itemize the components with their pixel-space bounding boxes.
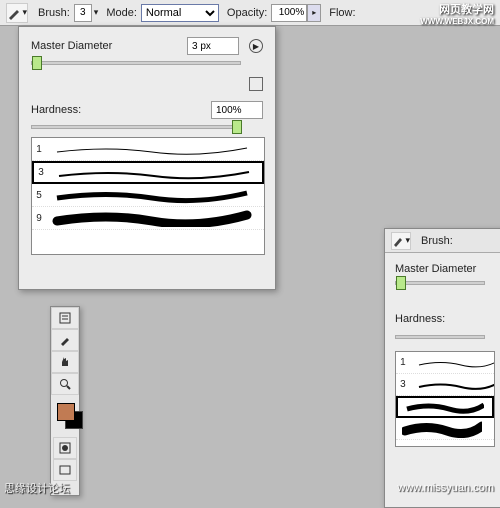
hardness-label: Hardness:	[395, 313, 500, 325]
hardness-label: Hardness:	[31, 104, 211, 116]
toolbox	[50, 306, 80, 496]
watermark-bottom-right: www.missyuan.com	[397, 482, 494, 494]
play-icon[interactable]: ▶	[249, 39, 263, 53]
master-diameter-label: Master Diameter	[31, 40, 187, 52]
brush-stroke-icon	[402, 420, 482, 438]
brush-preset-row[interactable]	[396, 418, 494, 440]
master-diameter-slider[interactable]	[395, 281, 485, 285]
brush-stroke-icon	[404, 398, 484, 416]
watermark-top-right: 网页教学网 WWW.WEBJX.COM	[420, 4, 494, 28]
brush-preset-row[interactable]	[396, 396, 494, 418]
brush-tool-icon[interactable]: ▾	[6, 3, 28, 23]
brush-label: Brush:	[38, 7, 70, 19]
brush-preset-row[interactable]: 3	[32, 161, 264, 184]
brush-size-label: 5	[32, 190, 46, 201]
opacity-input[interactable]	[271, 4, 307, 22]
brush-stroke-icon	[52, 186, 252, 204]
tool-zoom-icon[interactable]	[51, 373, 79, 395]
hardness-slider[interactable]	[31, 125, 241, 129]
brush-size-dropdown-icon[interactable]: ▾	[94, 7, 99, 18]
brush-preset-row[interactable]: 9	[32, 207, 264, 230]
chevron-down-icon: ▾	[22, 7, 27, 18]
mode-label: Mode:	[106, 7, 137, 19]
tool-notes-icon[interactable]	[51, 307, 79, 329]
brush-stroke-icon	[52, 209, 252, 227]
brush-stroke-icon	[54, 164, 254, 182]
brush-stroke-icon	[416, 354, 494, 372]
hardness-input[interactable]	[211, 101, 263, 119]
brush-size-label: 3	[396, 379, 410, 390]
brush-preset-list: 1 3 5 9	[31, 137, 265, 255]
master-diameter-label: Master Diameter	[395, 263, 500, 275]
tool-eyedropper-icon[interactable]	[51, 329, 79, 351]
options-bar-secondary: ▾ Brush:	[385, 229, 500, 253]
brush-tool-icon[interactable]: ▾	[391, 232, 411, 250]
opacity-flyout-icon[interactable]: ▸	[307, 4, 321, 22]
brush-preset-row[interactable]: 3	[396, 374, 494, 396]
brush-preset-row[interactable]: 1	[32, 138, 264, 161]
brush-stroke-icon	[416, 376, 494, 394]
brush-label: Brush:	[421, 235, 453, 247]
quickmask-icon[interactable]	[53, 437, 77, 459]
slider-thumb[interactable]	[232, 120, 242, 134]
watermark-bottom-left: 思缘设计论坛	[4, 480, 70, 496]
brush-preset-panel-secondary: ▾ Brush: Master Diameter Hardness: 1 3	[384, 228, 500, 508]
brush-size-label: 3	[34, 167, 48, 178]
master-diameter-slider[interactable]	[31, 61, 241, 65]
brush-stroke-icon	[52, 140, 252, 158]
brush-preset-list: 1 3	[395, 351, 495, 447]
brush-size-label: 1	[32, 144, 46, 155]
opacity-label: Opacity:	[227, 7, 267, 19]
mode-select[interactable]: Normal	[141, 4, 219, 22]
brush-preset-row[interactable]: 5	[32, 184, 264, 207]
brush-size-label: 9	[32, 213, 46, 224]
brush-size-label: 1	[396, 357, 410, 368]
brush-size-input[interactable]	[74, 4, 92, 22]
foreground-color-swatch[interactable]	[57, 403, 75, 421]
hardness-slider[interactable]	[395, 335, 485, 339]
brush-preset-panel: Master Diameter ▶ Hardness: 1 3 5 9	[18, 26, 276, 290]
brush-preset-row[interactable]: 1	[396, 352, 494, 374]
chevron-down-icon: ▾	[405, 235, 410, 246]
screenmode-icon[interactable]	[53, 459, 77, 481]
master-diameter-input[interactable]	[187, 37, 239, 55]
slider-thumb[interactable]	[396, 276, 406, 290]
flow-label: Flow:	[329, 7, 355, 19]
new-preset-icon[interactable]	[249, 77, 263, 91]
tool-hand-icon[interactable]	[51, 351, 79, 373]
slider-thumb[interactable]	[32, 56, 42, 70]
